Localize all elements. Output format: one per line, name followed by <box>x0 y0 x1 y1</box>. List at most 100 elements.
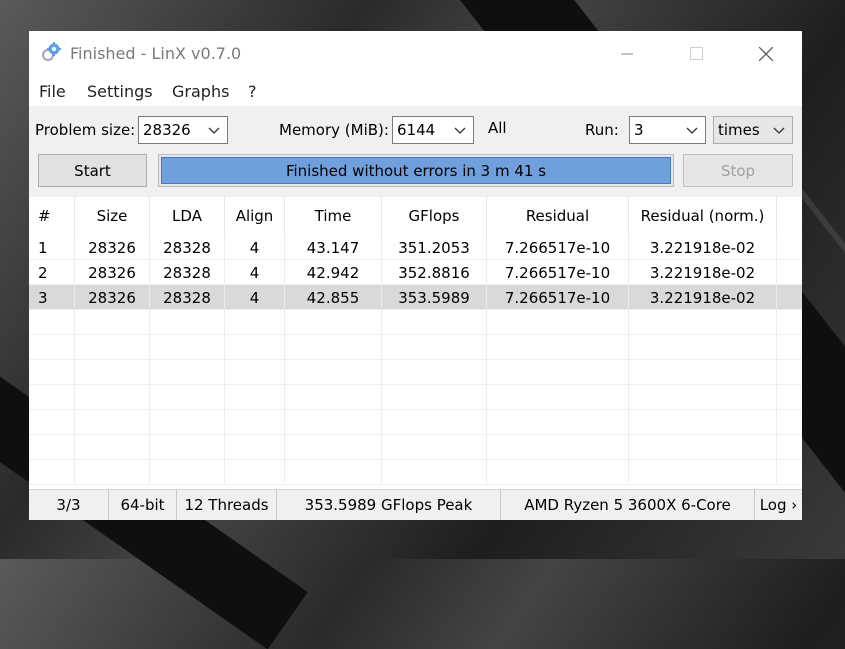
table-cell: 28328 <box>150 235 225 260</box>
table-cell: 28328 <box>150 260 225 285</box>
table-cell <box>285 360 382 385</box>
table-cell <box>29 335 75 360</box>
problem-size-label: Problem size: <box>35 121 136 139</box>
progress-bar: Finished without errors in 3 m 41 s <box>158 154 674 187</box>
close-button[interactable] <box>743 31 789 76</box>
table-cell <box>487 435 629 460</box>
table-cell <box>285 435 382 460</box>
table-cell <box>75 410 150 435</box>
table-row-empty <box>29 460 802 485</box>
table-cell: 4 <box>225 260 285 285</box>
table-cell <box>629 410 777 435</box>
table-cell <box>629 435 777 460</box>
column-header[interactable]: Size <box>75 197 150 235</box>
table-cell <box>382 410 487 435</box>
table-cell <box>285 385 382 410</box>
table-cell <box>150 410 225 435</box>
problem-size-combo[interactable]: 28326 <box>138 116 228 144</box>
table-cell <box>285 460 382 485</box>
column-header[interactable]: LDA <box>150 197 225 235</box>
table-row[interactable]: 1 28326 28328 4 43.147 351.2053 7.266517e-10 3.… <box>29 235 802 260</box>
table-cell: 28328 <box>150 285 225 310</box>
table-header: # Size LDA Align Time GFlops Residual Residual … <box>29 197 802 235</box>
column-header[interactable]: Time <box>285 197 382 235</box>
table-cell <box>382 310 487 335</box>
table-cell <box>150 335 225 360</box>
stop-button[interactable]: Stop <box>683 154 793 187</box>
window-title: Finished - LinX v0.7.0 <box>70 44 242 63</box>
table-cell <box>285 335 382 360</box>
table-cell <box>487 360 629 385</box>
table-cell <box>225 410 285 435</box>
status-bar: 3/3 64-bit 12 Threads 353.5989 GFlops Pe… <box>29 489 802 520</box>
table-cell: 353.5989 <box>382 285 487 310</box>
memory-all-link[interactable]: All <box>488 119 507 137</box>
run-unit-combo[interactable]: times <box>713 116 793 144</box>
table-cell: 42.855 <box>285 285 382 310</box>
table-cell <box>285 410 382 435</box>
start-button[interactable]: Start <box>38 154 147 187</box>
column-header[interactable]: Residual <box>487 197 629 235</box>
table-cell <box>150 310 225 335</box>
minimize-button[interactable] <box>604 31 650 76</box>
minimize-icon <box>621 53 633 54</box>
maximize-icon <box>689 47 703 60</box>
menu-help[interactable]: ? <box>248 82 257 101</box>
table-cell: 7.266517e-10 <box>487 285 629 310</box>
memory-combo[interactable]: 6144 <box>392 116 474 144</box>
table-row-empty <box>29 360 802 385</box>
table-cell <box>150 385 225 410</box>
menu-bar: File Settings Graphs ? <box>29 76 802 106</box>
table-cell <box>285 310 382 335</box>
table-cell <box>225 435 285 460</box>
table-cell <box>75 435 150 460</box>
table-cell: 7.266517e-10 <box>487 260 629 285</box>
title-bar: Finished - LinX v0.7.0 <box>29 31 802 76</box>
maximize-button[interactable] <box>673 31 719 76</box>
table-cell <box>382 360 487 385</box>
column-header[interactable]: Residual (norm.) <box>629 197 777 235</box>
table-cell: 7.266517e-10 <box>487 235 629 260</box>
table-cell <box>382 335 487 360</box>
table-cell <box>29 410 75 435</box>
table-cell: 4 <box>225 285 285 310</box>
table-cell <box>629 360 777 385</box>
table-cell <box>75 460 150 485</box>
close-icon <box>759 46 773 61</box>
run-label: Run: <box>585 121 619 139</box>
memory-label: Memory (MiB): <box>279 121 389 139</box>
table-cell: 4 <box>225 235 285 260</box>
table-cell <box>487 385 629 410</box>
table-row-empty <box>29 435 802 460</box>
table-row[interactable]: 3 28326 28328 4 42.855 353.5989 7.266517e-10 3.… <box>29 285 802 310</box>
gear-icon <box>42 42 61 61</box>
column-header[interactable]: # <box>29 197 75 235</box>
table-cell <box>75 360 150 385</box>
table-cell <box>225 460 285 485</box>
table-cell <box>629 385 777 410</box>
menu-settings[interactable]: Settings <box>87 82 153 101</box>
table-cell <box>629 460 777 485</box>
status-cpu-name: AMD Ryzen 5 3600X 6-Core <box>501 490 755 520</box>
chevron-down-icon <box>208 127 220 134</box>
status-threads: 12 Threads <box>177 490 277 520</box>
table-row-empty <box>29 335 802 360</box>
menu-file[interactable]: File <box>39 82 66 101</box>
run-count-combo[interactable]: 3 <box>629 116 706 144</box>
table-cell: 43.147 <box>285 235 382 260</box>
run-count-value: 3 <box>634 121 644 139</box>
table-cell <box>382 435 487 460</box>
menu-graphs[interactable]: Graphs <box>172 82 229 101</box>
table-row[interactable]: 2 28326 28328 4 42.942 352.8816 7.266517e-10 3.… <box>29 260 802 285</box>
status-bitness: 64-bit <box>109 490 177 520</box>
table-cell: 3.221918e-02 <box>629 260 777 285</box>
table-cell: 2 <box>29 260 75 285</box>
log-button[interactable]: Log › <box>755 490 802 520</box>
column-header[interactable]: Align <box>225 197 285 235</box>
table-cell <box>150 460 225 485</box>
status-peak-gflops: 353.5989 GFlops Peak <box>277 490 501 520</box>
table-cell <box>75 335 150 360</box>
memory-value: 6144 <box>397 121 436 139</box>
column-header[interactable]: GFlops <box>382 197 487 235</box>
table-cell <box>29 435 75 460</box>
